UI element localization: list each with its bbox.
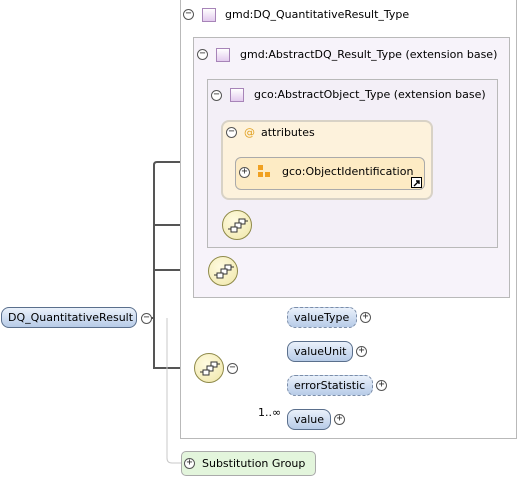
sequence-icon[interactable] xyxy=(208,256,238,286)
outer-type-collapse-toggle[interactable]: − xyxy=(183,9,194,20)
errorstatistic-expand-toggle[interactable]: + xyxy=(376,380,387,391)
attribute-group-icon xyxy=(258,165,272,179)
sequence-icon[interactable] xyxy=(194,353,224,383)
complex-type-icon xyxy=(230,88,244,102)
outer-type-label: gmd:DQ_QuantitativeResult_Type xyxy=(225,8,410,21)
attribute-group-label: gco:ObjectIdentification xyxy=(282,165,414,178)
substitution-group-label: Substitution Group xyxy=(202,457,306,470)
attribute-group-expand-toggle[interactable]: + xyxy=(239,167,250,178)
object-type-collapse-toggle[interactable]: − xyxy=(211,90,222,101)
child-element-valueunit[interactable]: valueUnit xyxy=(287,341,353,362)
attributes-collapse-toggle[interactable]: − xyxy=(226,127,237,138)
attributes-label: attributes xyxy=(261,126,315,139)
child-element-valuetype[interactable]: valueType xyxy=(287,307,357,328)
root-element-collapse-toggle[interactable]: − xyxy=(141,313,152,324)
complex-type-icon xyxy=(202,8,216,22)
valueunit-expand-toggle[interactable]: + xyxy=(356,346,367,357)
base-type-collapse-toggle[interactable]: − xyxy=(197,49,208,60)
base-type-label: gmd:AbstractDQ_Result_Type (extension ba… xyxy=(240,48,498,61)
object-type-label: gco:AbstractObject_Type (extension base) xyxy=(254,88,486,101)
sequence-collapse-toggle[interactable]: − xyxy=(227,363,238,374)
substitution-group-expand-toggle[interactable]: + xyxy=(184,458,195,469)
value-cardinality: 1..∞ xyxy=(258,406,282,419)
sequence-icon[interactable] xyxy=(222,210,252,240)
shortcut-arrow-icon xyxy=(411,177,422,188)
at-sign-icon: @ xyxy=(244,126,255,139)
complex-type-icon xyxy=(216,48,230,62)
valuetype-expand-toggle[interactable]: + xyxy=(360,312,371,323)
child-element-errorstatistic[interactable]: errorStatistic xyxy=(287,375,373,396)
child-element-value[interactable]: value xyxy=(287,409,331,430)
value-expand-toggle[interactable]: + xyxy=(334,414,345,425)
root-element[interactable]: DQ_QuantitativeResult xyxy=(1,307,137,328)
